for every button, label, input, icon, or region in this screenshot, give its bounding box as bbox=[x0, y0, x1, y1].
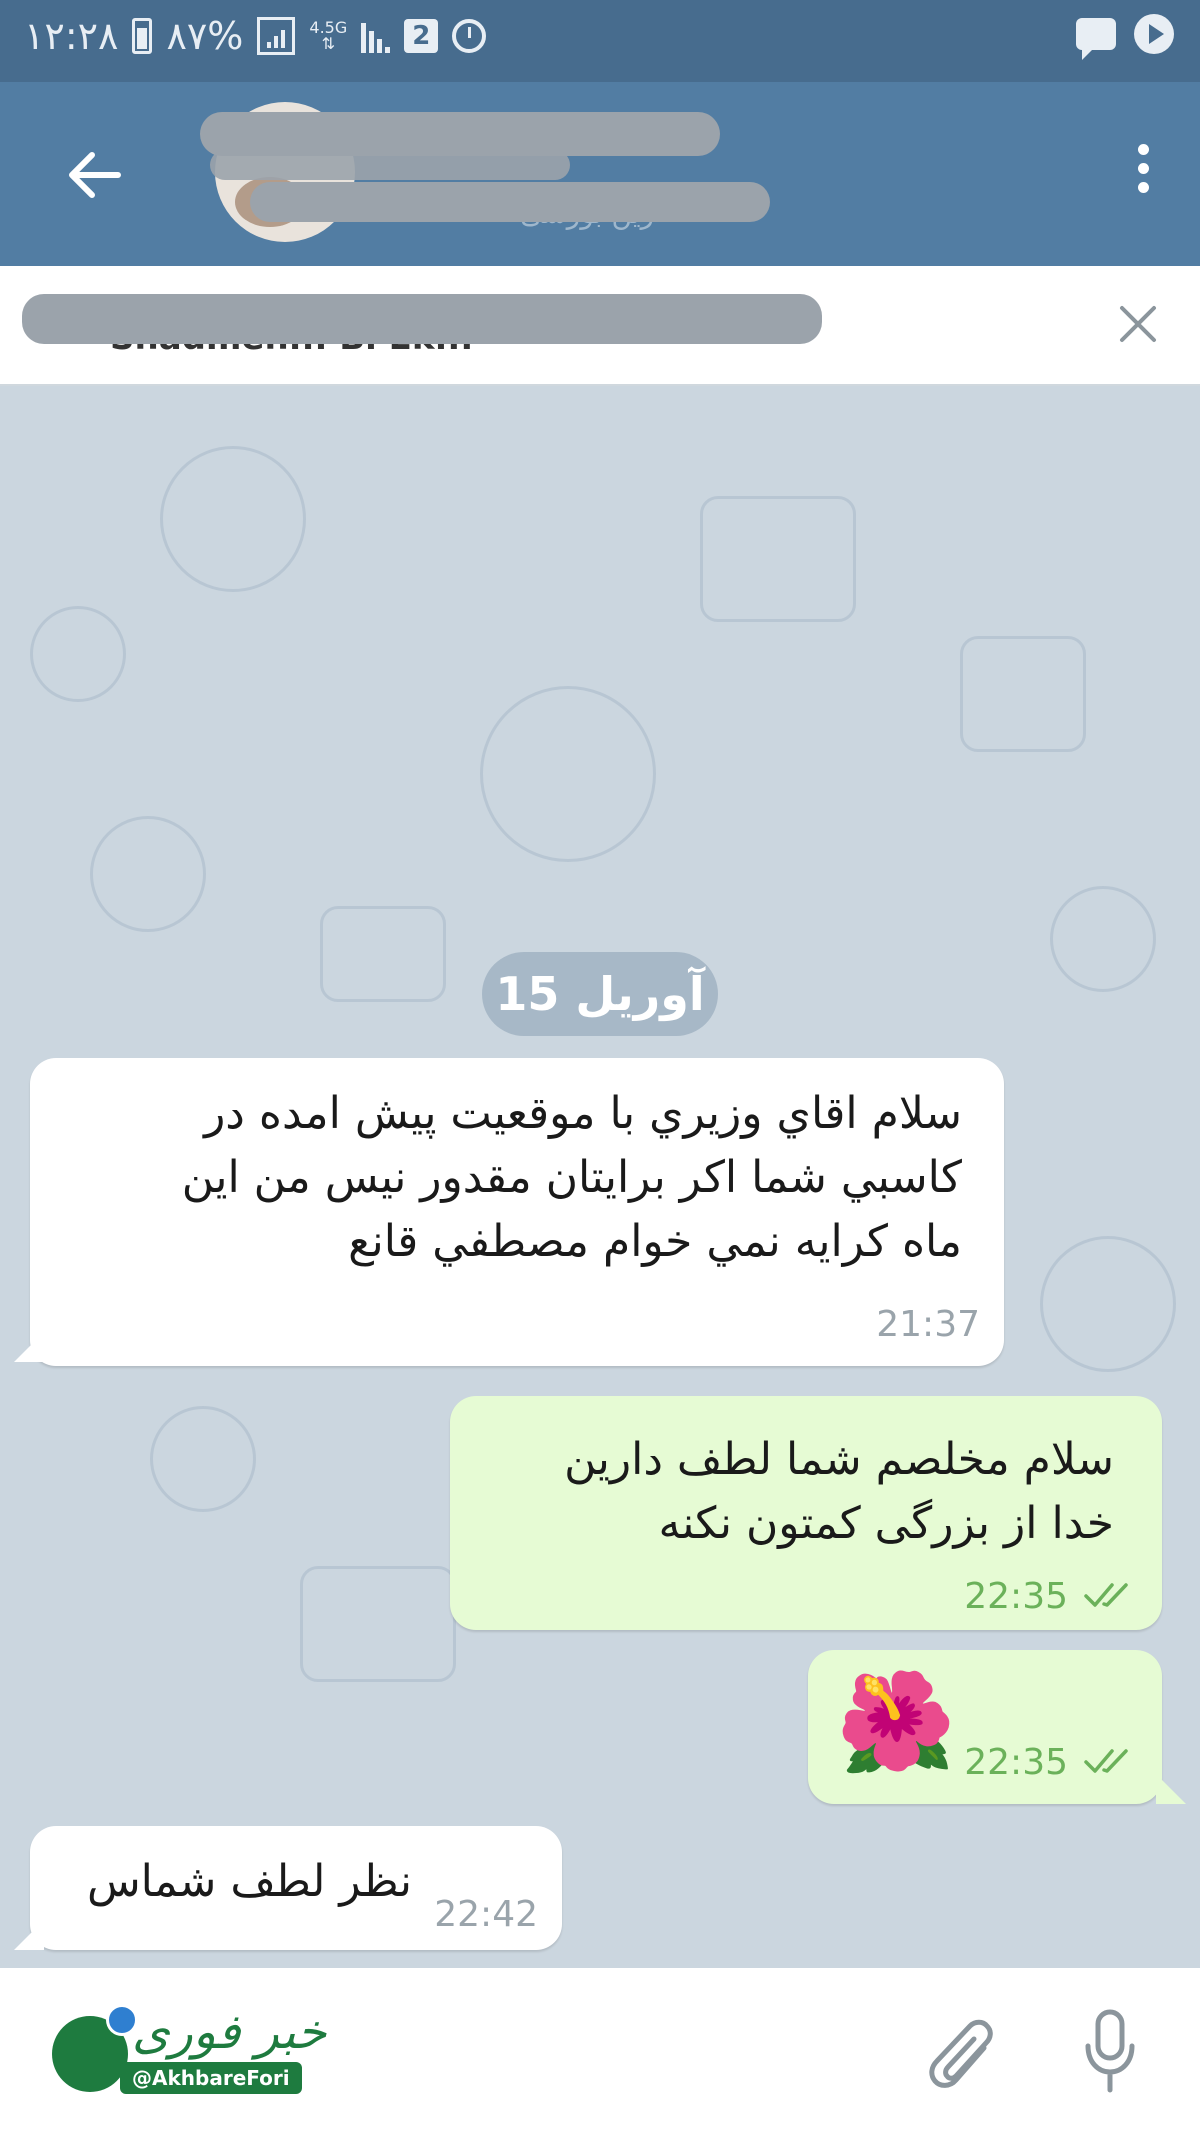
message-time: 22:35 bbox=[964, 1576, 1068, 1617]
read-receipt-icon bbox=[1084, 1749, 1128, 1773]
play-notification-icon bbox=[1134, 14, 1174, 54]
status-left-group: ۱۲:۲۸ ۸۷% 4.5G ⇅ 2 bbox=[24, 14, 487, 58]
message-text: سلام مخلصم شما لطف دارین خدا از بزرگی کم… bbox=[474, 1428, 1114, 1556]
hibiscus-emoji: 🌺 bbox=[836, 1666, 956, 1778]
message-text: نظر لطف شماس bbox=[52, 1850, 412, 1914]
redacted-contact-status bbox=[250, 182, 770, 222]
redacted-pinned-text bbox=[22, 294, 822, 344]
sim-signal-icon bbox=[257, 17, 296, 55]
message-line: نظر لطف شماس bbox=[86, 1856, 412, 1907]
message-text: سلام اقاي وزيري با موقعيت پيش امده در كا… bbox=[62, 1082, 962, 1274]
message-line: كاسبي شما اكر برايتان مقدور نيس من اين bbox=[181, 1152, 962, 1203]
chat-header: زین بورسی bbox=[0, 82, 1200, 266]
wallpaper-doodle bbox=[160, 446, 306, 592]
date-separator: آوریل 15 bbox=[482, 952, 718, 1036]
message-line: سلام مخلصم شما لطف دارین bbox=[564, 1434, 1114, 1485]
input-bar: خبر فوری @AkhbareFori bbox=[0, 1968, 1200, 2133]
bubble-tail bbox=[14, 1920, 44, 1950]
redacted-contact-name-2 bbox=[210, 150, 570, 180]
wallpaper-doodle bbox=[320, 906, 446, 1002]
alarm-icon bbox=[452, 19, 487, 53]
message-line: خدا از بزرگی کمتون نکنه bbox=[658, 1498, 1114, 1549]
logo-handle: @AkhbareFori bbox=[120, 2062, 302, 2094]
signal-icon bbox=[361, 19, 391, 53]
pinned-message-bar[interactable]: Shadmeh... Bi Ek... bbox=[0, 266, 1200, 386]
wallpaper-doodle bbox=[1040, 1236, 1176, 1372]
wallpaper-doodle bbox=[150, 1406, 256, 1512]
attach-icon[interactable] bbox=[920, 2006, 1000, 2096]
status-bar: ۱۲:۲۸ ۸۷% 4.5G ⇅ 2 bbox=[0, 0, 1200, 82]
message-notification-icon bbox=[1076, 18, 1116, 60]
more-options-icon[interactable] bbox=[1138, 144, 1150, 193]
wallpaper-doodle bbox=[960, 636, 1086, 752]
sim2-icon: 2 bbox=[404, 19, 439, 53]
message-line: سلام اقاي وزيري با موقعيت پيش امده در bbox=[204, 1088, 962, 1139]
wallpaper-doodle bbox=[1050, 886, 1156, 992]
status-right-group bbox=[1076, 14, 1174, 60]
close-icon[interactable] bbox=[1116, 302, 1160, 346]
message-line: ماه كرايه نمي خوام مصطفي قانع bbox=[348, 1216, 962, 1267]
chat-area: آوریل 15 سلام اقاي وزيري با موقعيت پيش ا… bbox=[0, 386, 1200, 1968]
data-arrows-icon: ⇅ bbox=[321, 34, 336, 53]
back-arrow-icon[interactable] bbox=[60, 140, 130, 210]
battery-icon bbox=[132, 18, 153, 54]
bubble-tail bbox=[14, 1332, 44, 1362]
message-bubble-outgoing[interactable]: 🌺 22:35 bbox=[808, 1650, 1162, 1804]
battery-percent: ۸۷% bbox=[166, 14, 244, 58]
message-bubble-outgoing[interactable]: سلام مخلصم شما لطف دارین خدا از بزرگی کم… bbox=[450, 1396, 1162, 1630]
bubble-tail bbox=[1156, 1774, 1186, 1804]
wallpaper-doodle bbox=[700, 496, 856, 622]
clock-time: ۱۲:۲۸ bbox=[24, 14, 119, 58]
message-time: 22:35 bbox=[964, 1742, 1068, 1783]
microphone-icon[interactable] bbox=[1080, 2006, 1140, 2096]
message-bubble-incoming[interactable]: نظر لطف شماس 22:42 bbox=[30, 1826, 562, 1950]
wallpaper-doodle bbox=[30, 606, 126, 702]
logo-script: خبر فوری bbox=[132, 2004, 327, 2060]
read-receipt-icon bbox=[1084, 1583, 1128, 1607]
wallpaper-doodle bbox=[90, 816, 206, 932]
message-bubble-incoming[interactable]: سلام اقاي وزيري با موقعيت پيش امده در كا… bbox=[30, 1058, 1004, 1366]
watermark-logo: خبر فوری @AkhbareFori bbox=[52, 2004, 352, 2100]
wallpaper-doodle bbox=[300, 1566, 456, 1682]
wallpaper-doodle bbox=[480, 686, 656, 862]
network-type: 4.5G ⇅ bbox=[309, 20, 347, 52]
message-time: 22:42 bbox=[434, 1894, 538, 1935]
message-time: 21:37 bbox=[876, 1304, 980, 1345]
